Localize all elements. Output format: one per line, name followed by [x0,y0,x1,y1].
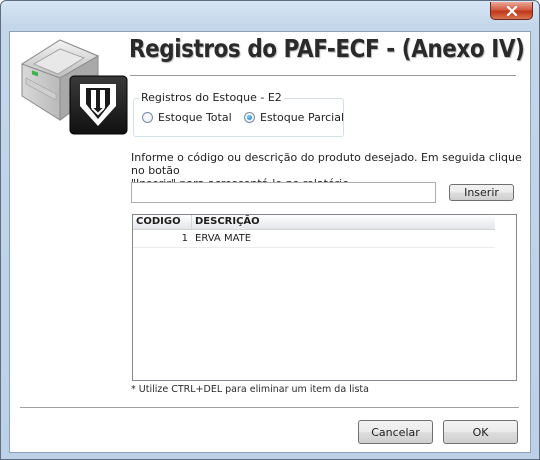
insert-button[interactable]: Inserir [449,184,514,201]
cell-codigo[interactable]: 1 [133,230,190,247]
header-divider [130,75,516,76]
cancel-button[interactable]: Cancelar [358,420,433,444]
product-grid[interactable]: CODIGO DESCRIÇÃO 1 ERVA MATE [132,214,517,381]
close-x-icon [506,5,517,16]
footnote-text: * Utilize CTRL+DEL para eliminar um item… [131,384,369,395]
table-row[interactable]: 1 ERVA MATE [133,230,495,248]
title-bar[interactable] [1,1,539,31]
product-search-input[interactable] [131,182,436,203]
column-header-codigo[interactable]: CODIGO [133,215,192,229]
cell-descricao[interactable]: ERVA MATE [195,230,495,247]
printer-pen-logo [20,39,128,135]
dialog-window: Registros do PAF-ECF - (Anexo IV) Regist… [0,0,540,460]
stock-register-group: Registros do Estoque - E2 Estoque Total … [133,91,344,137]
page-title: Registros do PAF-ECF - (Anexo IV) [129,34,525,63]
radio-estoque-total[interactable]: Estoque Total [142,111,232,124]
dialog-content: Registros do PAF-ECF - (Anexo IV) Regist… [9,31,531,453]
footer-divider [20,407,519,408]
radio-selected-dot [247,115,252,120]
instructions-line-1: Informe o código ou descrição do produto… [131,151,522,177]
grid-header: CODIGO DESCRIÇÃO [133,215,495,230]
group-legend: Registros do Estoque - E2 [139,91,284,104]
radio-estoque-parcial[interactable]: Estoque Parcial [244,111,344,124]
radio-button-selected-icon[interactable] [244,112,255,123]
radio-label: Estoque Total [158,111,232,124]
column-header-descricao[interactable]: DESCRIÇÃO [192,215,495,229]
close-button[interactable] [490,2,533,20]
radio-button-icon[interactable] [142,112,153,123]
ok-button[interactable]: OK [443,420,518,444]
radio-label: Estoque Parcial [260,111,345,124]
